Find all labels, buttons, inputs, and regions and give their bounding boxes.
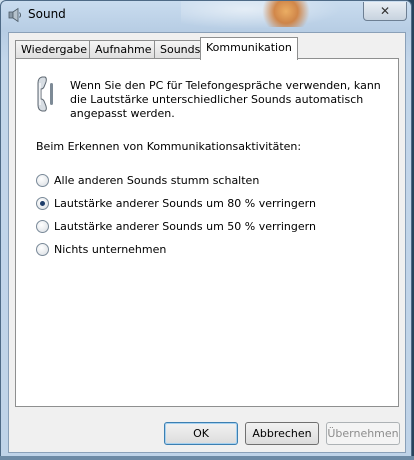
option-do-nothing[interactable]: Nichts unternehmen bbox=[36, 241, 166, 257]
title-glow bbox=[256, 1, 316, 27]
radio-button-selected[interactable] bbox=[36, 196, 49, 210]
option-label: Nichts unternehmen bbox=[54, 242, 167, 256]
tab-sounds[interactable]: Sounds bbox=[154, 40, 207, 59]
radio-button[interactable] bbox=[36, 219, 49, 233]
option-mute-all[interactable]: Alle anderen Sounds stumm schalten bbox=[36, 172, 259, 188]
dialog-client: Wiedergabe Aufnahme Sounds Kommunikation… bbox=[8, 32, 406, 453]
option-label: Lautstärke anderer Sounds um 50 % verrin… bbox=[54, 219, 316, 233]
speaker-icon bbox=[8, 7, 21, 23]
ok-button[interactable]: OK bbox=[164, 422, 238, 445]
phone-icon bbox=[37, 76, 53, 112]
option-label: Lautstärke anderer Sounds um 80 % verrin… bbox=[54, 196, 316, 210]
close-icon: ✕ bbox=[379, 4, 391, 18]
tab-aufnahme[interactable]: Aufnahme bbox=[89, 40, 158, 59]
tab-wiedergabe[interactable]: Wiedergabe bbox=[15, 40, 94, 59]
option-reduce-80[interactable]: Lautstärke anderer Sounds um 80 % verrin… bbox=[36, 195, 316, 211]
window-bottom-edge bbox=[0, 456, 414, 460]
window-title: Sound bbox=[28, 7, 66, 21]
apply-button[interactable]: Übernehmen bbox=[326, 422, 400, 445]
radio-button[interactable] bbox=[36, 173, 49, 187]
cancel-button[interactable]: Abbrechen bbox=[245, 422, 319, 445]
option-label: Alle anderen Sounds stumm schalten bbox=[54, 173, 260, 187]
question-label: Beim Erkennen von Kommunikationsaktivitä… bbox=[36, 140, 302, 153]
kommunikation-panel: Wenn Sie den PC für Telefongespräche ver… bbox=[15, 58, 399, 407]
option-reduce-50[interactable]: Lautstärke anderer Sounds um 50 % verrin… bbox=[36, 218, 316, 234]
close-button[interactable]: ✕ bbox=[363, 2, 407, 21]
intro-text: Wenn Sie den PC für Telefongespräche ver… bbox=[70, 79, 381, 120]
radio-button[interactable] bbox=[36, 242, 49, 256]
tab-kommunikation[interactable]: Kommunikation bbox=[200, 37, 298, 60]
title-bar[interactable]: Sound ✕ bbox=[1, 1, 411, 29]
sound-dialog: Sound ✕ Wiedergabe Aufnahme Sounds Kommu… bbox=[0, 0, 412, 458]
